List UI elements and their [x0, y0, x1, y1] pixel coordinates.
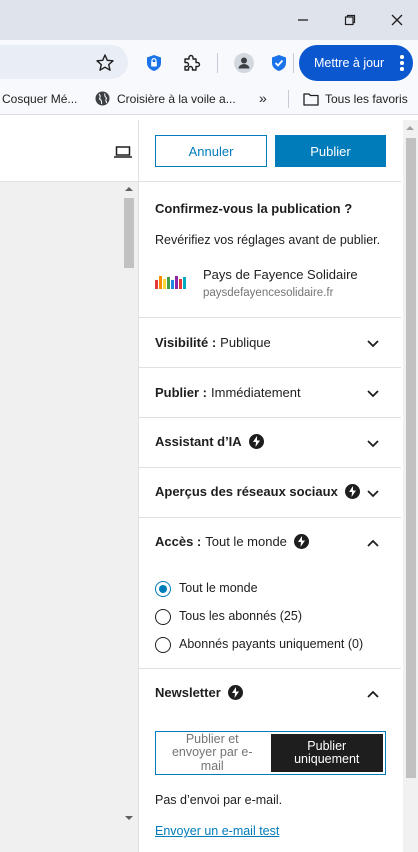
publish-schedule-value: Immédiatement	[211, 385, 301, 400]
access-option-label: Abonnés payants uniquement (0)	[179, 637, 364, 651]
editor-scrollbar[interactable]	[120, 182, 138, 828]
jetpack-bolt-icon	[344, 484, 360, 499]
access-row[interactable]: Accès : Tout le monde	[155, 534, 309, 549]
visibility-value: Publique	[220, 335, 271, 350]
browser-titlebar	[0, 0, 418, 40]
site-url: paysdefayencesolidaire.fr	[203, 287, 334, 299]
social-previews-row[interactable]: Aperçus des réseaux sociaux	[155, 484, 360, 499]
folder-icon	[303, 92, 319, 109]
bookmarks-separator	[288, 90, 289, 108]
vpn-shield-icon[interactable]	[265, 49, 293, 77]
access-value: Tout le monde	[205, 534, 287, 549]
divider	[139, 467, 401, 468]
bookmark-item[interactable]: Cosquer Mé...	[2, 92, 77, 106]
site-logo-icon	[155, 275, 188, 289]
ai-assistant-label: Assistant d’IA	[155, 434, 242, 449]
close-icon[interactable]	[380, 8, 414, 32]
divider	[139, 317, 401, 318]
chevron-down-icon[interactable]	[366, 339, 380, 349]
access-radio-subscribers[interactable]	[155, 609, 171, 625]
profile-avatar-icon[interactable]	[230, 49, 258, 77]
more-vert-icon[interactable]	[400, 55, 404, 73]
publish-schedule-label: Publier :	[155, 385, 208, 400]
newsletter-toggle-group: Publier et envoyer par e-mail Publier un…	[155, 731, 386, 775]
restore-icon[interactable]	[333, 8, 367, 32]
jetpack-bolt-icon	[248, 434, 264, 449]
globe-icon	[95, 91, 110, 109]
publish-schedule-row[interactable]: Publier : Immédiatement	[155, 385, 301, 400]
jetpack-bolt-icon	[227, 685, 243, 700]
confirm-title: Confirmez-vous la publication ?	[155, 201, 353, 216]
visibility-row[interactable]: Visibilité : Publique	[155, 335, 271, 350]
toolbar-separator	[217, 53, 218, 73]
scroll-down-arrow-icon[interactable]	[125, 815, 133, 821]
access-radio-everyone[interactable]	[155, 581, 171, 597]
chevron-up-icon[interactable]	[366, 538, 380, 548]
chevron-down-icon[interactable]	[366, 489, 380, 499]
browser-update-label: Mettre à jour	[314, 56, 385, 70]
divider	[139, 181, 401, 182]
scroll-up-arrow-icon[interactable]	[125, 186, 133, 192]
bookmark-item[interactable]: Croisière à la voile a...	[117, 92, 236, 106]
scroll-up-arrow-icon[interactable]	[406, 125, 414, 131]
divider	[139, 668, 401, 669]
access-option-label: Tout le monde	[179, 581, 258, 595]
browser-update-button[interactable]: Mettre à jour	[299, 45, 413, 81]
visibility-label: Visibilité :	[155, 335, 217, 350]
publish-and-email-option[interactable]: Publier et envoyer par e-mail	[156, 732, 269, 774]
editor-header	[0, 120, 138, 182]
toolbar-divider	[0, 114, 418, 115]
panel-scrollbar[interactable]	[403, 120, 418, 852]
publish-panel: Annuler Publier Confirmez-vous la public…	[139, 120, 401, 852]
bookmarks-bar: Cosquer Mé... Croisière à la voile a... …	[0, 86, 418, 114]
ai-assistant-row[interactable]: Assistant d’IA	[155, 434, 264, 449]
panel-scrollbar-thumb[interactable]	[406, 138, 416, 778]
jetpack-bolt-icon	[293, 534, 309, 549]
more-bookmarks-chevron-icon[interactable]: »	[259, 90, 267, 106]
confirm-subtitle: Revérifiez vos réglages avant de publier…	[155, 233, 381, 247]
all-bookmarks-folder[interactable]: Tous les favoris	[325, 92, 408, 106]
bookmark-star-icon[interactable]	[91, 49, 119, 77]
access-radio-paid[interactable]	[155, 637, 171, 653]
newsletter-row[interactable]: Newsletter	[155, 685, 243, 700]
chevron-down-icon[interactable]	[366, 439, 380, 449]
divider	[139, 417, 401, 418]
divider	[139, 367, 401, 368]
chevron-up-icon[interactable]	[366, 689, 380, 699]
chevron-down-icon[interactable]	[366, 389, 380, 399]
site-name: Pays de Fayence Solidaire	[203, 267, 358, 282]
cancel-button[interactable]: Annuler	[155, 135, 267, 167]
publish-only-option[interactable]: Publier uniquement	[270, 734, 383, 772]
newsletter-label: Newsletter	[155, 685, 221, 700]
access-option-label: Tous les abonnés (25)	[179, 609, 302, 623]
editor-canvas	[0, 182, 138, 852]
editor-scrollbar-thumb[interactable]	[124, 198, 134, 268]
minimize-icon[interactable]	[286, 8, 320, 32]
laptop-preview-icon[interactable]	[114, 145, 132, 163]
access-label: Accès :	[155, 534, 202, 549]
toolbar-separator	[293, 53, 294, 73]
extensions-puzzle-icon[interactable]	[177, 49, 205, 77]
no-email-notice: Pas d’envoi par e-mail.	[155, 793, 283, 807]
divider	[139, 517, 401, 518]
send-test-email-link[interactable]: Envoyer un e-mail test	[155, 824, 279, 838]
social-previews-label: Aperçus des réseaux sociaux	[155, 484, 338, 499]
lock-shield-extension-icon[interactable]	[140, 49, 168, 77]
publish-button[interactable]: Publier	[275, 135, 386, 167]
